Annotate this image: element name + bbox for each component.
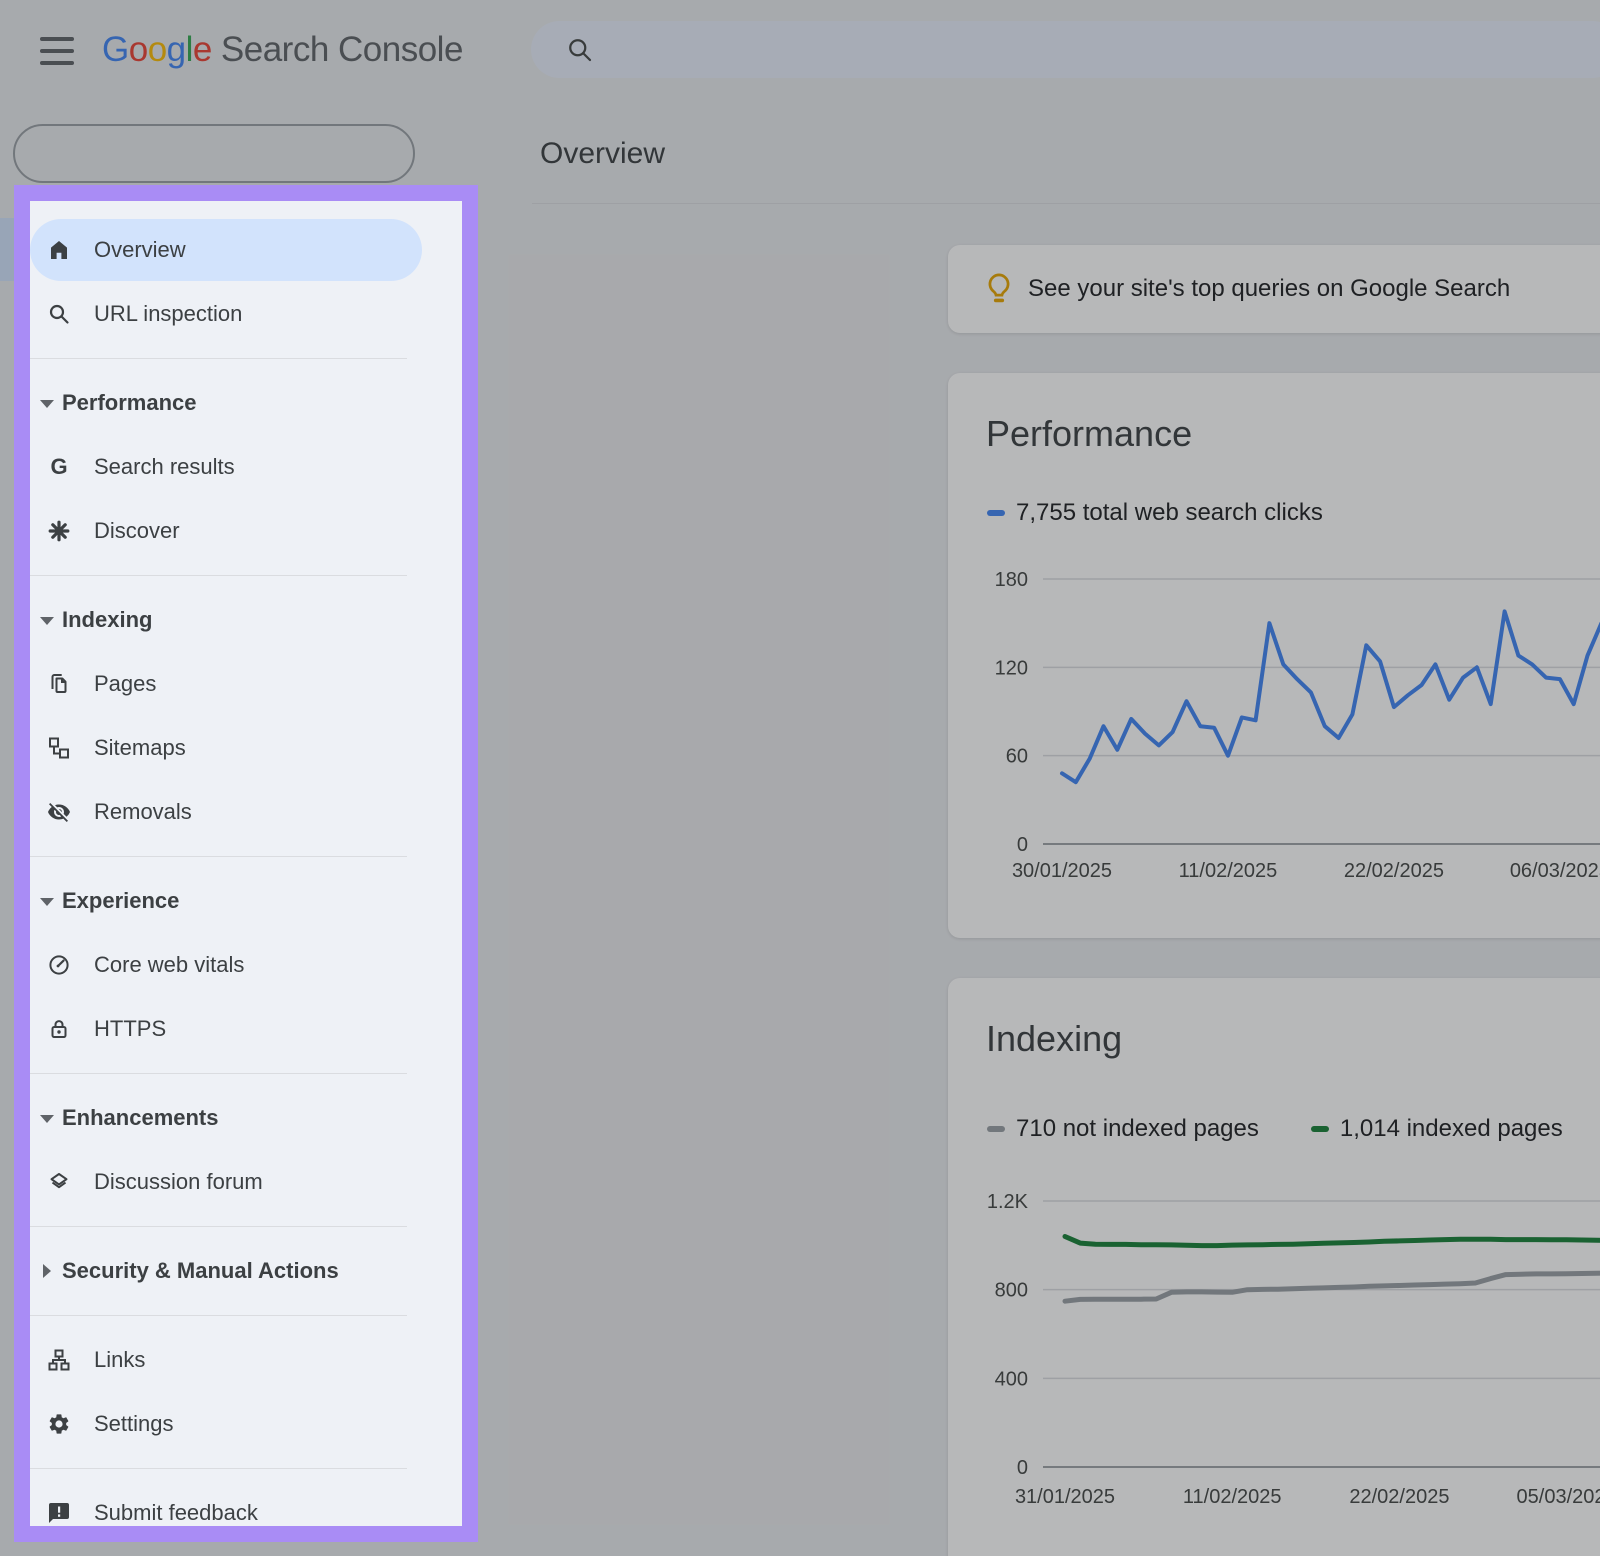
g-letter-icon: G xyxy=(47,455,71,479)
sidebar-item-links[interactable]: Links xyxy=(30,1328,462,1392)
core-web-vitals-icon xyxy=(47,953,71,977)
sidebar-item-label: Sitemaps xyxy=(94,735,186,761)
chevron-down-icon xyxy=(40,894,54,908)
sidebar-item-discover[interactable]: Discover xyxy=(30,499,462,563)
sidebar-item-search-results[interactable]: G Search results xyxy=(30,435,462,499)
sidebar-section-indexing[interactable]: Indexing xyxy=(30,588,462,652)
home-icon xyxy=(47,238,71,262)
sidebar-item-label: Pages xyxy=(94,671,156,697)
sidebar-item-label: Links xyxy=(94,1347,145,1373)
sidebar-item-core-web-vitals[interactable]: Core web vitals xyxy=(30,933,462,997)
sidebar-divider xyxy=(30,1226,407,1227)
sidebar-divider xyxy=(30,1468,407,1469)
sidebar-item-discussion-forum[interactable]: Discussion forum xyxy=(30,1150,462,1214)
chevron-right-icon xyxy=(40,1264,54,1278)
sidebar-item-sitemaps[interactable]: Sitemaps xyxy=(30,716,462,780)
sidebar-item-label: Discover xyxy=(94,518,180,544)
sidebar-item-label: Search results xyxy=(94,454,235,480)
sidebar-item-label: Submit feedback xyxy=(94,1500,258,1526)
sidebar-section-performance[interactable]: Performance xyxy=(30,371,462,435)
chevron-down-icon xyxy=(40,613,54,627)
sidebar-item-label: Core web vitals xyxy=(94,952,244,978)
sidebar-item-label: Overview xyxy=(94,237,186,263)
sidebar-divider xyxy=(30,1315,407,1316)
search-icon xyxy=(47,302,71,326)
discussion-forum-icon xyxy=(47,1170,71,1194)
sidebar-item-label: Removals xyxy=(94,799,192,825)
pages-icon xyxy=(47,672,71,696)
feedback-icon xyxy=(47,1501,71,1525)
chevron-down-icon xyxy=(40,1111,54,1125)
sidebar-section-enhancements[interactable]: Enhancements xyxy=(30,1086,462,1150)
sidebar-item-pages[interactable]: Pages xyxy=(30,652,462,716)
sidebar-divider xyxy=(30,856,407,857)
sidebar-highlight-annotation: Overview URL inspection Performance G Search… xyxy=(14,185,478,1542)
sidebar-navigation: Overview URL inspection Performance G Search… xyxy=(30,201,462,1542)
sidebar-divider xyxy=(30,1073,407,1074)
sidebar-item-removals[interactable]: Removals xyxy=(30,780,462,844)
sidebar-item-label: Enhancements xyxy=(62,1105,219,1131)
sidebar-item-submit-feedback[interactable]: Submit feedback xyxy=(30,1481,462,1542)
sidebar-item-label: Experience xyxy=(62,888,179,914)
sidebar-item-label: Performance xyxy=(62,390,197,416)
sitemaps-icon xyxy=(47,736,71,760)
sidebar-item-url-inspection[interactable]: URL inspection xyxy=(30,282,462,346)
sidebar-item-label: Indexing xyxy=(62,607,152,633)
sidebar-item-https[interactable]: HTTPS xyxy=(30,997,462,1061)
sidebar-item-label: URL inspection xyxy=(94,301,242,327)
links-icon xyxy=(47,1348,71,1372)
sidebar-item-label: Security & Manual Actions xyxy=(62,1258,339,1284)
sidebar-section-security-and-manual-actions[interactable]: Security & Manual Actions xyxy=(30,1239,462,1303)
svg-text:G: G xyxy=(50,455,67,479)
sidebar-item-label: Settings xyxy=(94,1411,174,1437)
sidebar-divider xyxy=(30,358,407,359)
https-icon xyxy=(47,1017,71,1041)
sidebar-item-label: Discussion forum xyxy=(94,1169,263,1195)
sidebar-divider xyxy=(30,575,407,576)
settings-icon xyxy=(47,1412,71,1436)
sidebar-item-overview[interactable]: Overview xyxy=(30,218,462,282)
sidebar-item-settings[interactable]: Settings xyxy=(30,1392,462,1456)
removals-icon xyxy=(47,800,71,824)
chevron-down-icon xyxy=(40,396,54,410)
sidebar-item-label: HTTPS xyxy=(94,1016,166,1042)
discover-icon xyxy=(47,519,71,543)
sidebar-section-experience[interactable]: Experience xyxy=(30,869,462,933)
